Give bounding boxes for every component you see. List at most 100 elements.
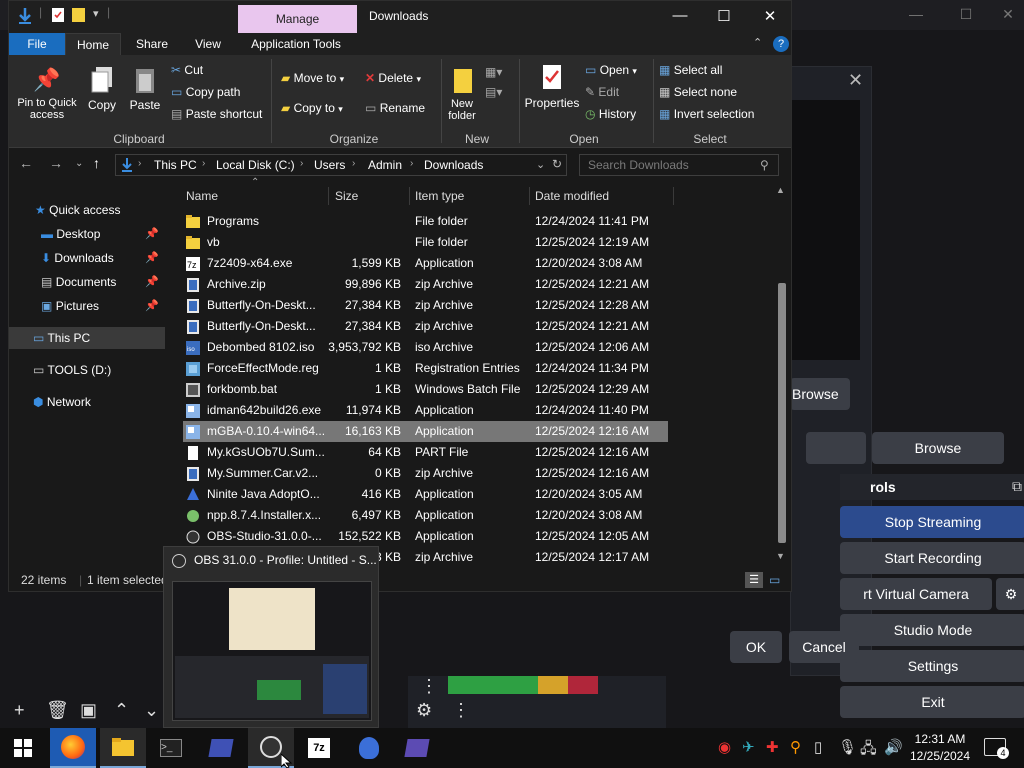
address-dropdown-icon[interactable]: ⌄ xyxy=(536,158,545,171)
obs-maximize-button[interactable]: ☐ xyxy=(956,6,976,24)
move-down-icon[interactable]: ⌄ xyxy=(144,700,159,721)
file-row[interactable]: 7z 7z2409-x64.exe 1,599 KB Application 12/20… xyxy=(183,253,668,274)
select-none-button[interactable]: ▦ Select none xyxy=(659,85,737,99)
paste-shortcut-button[interactable]: ▤ Paste shortcut xyxy=(171,107,262,121)
security-icon[interactable]: ✚ xyxy=(766,738,779,756)
file-row[interactable]: vb File folder 12/25/2024 12:19 AM xyxy=(183,232,668,253)
paste-button[interactable]: Paste xyxy=(127,65,163,112)
search-tray-icon[interactable]: ⚲ xyxy=(790,738,801,756)
nav-tools-drive[interactable]: ▭ TOOLS (D:) xyxy=(9,359,165,381)
nav-downloads[interactable]: ⬇ Downloads 📌 xyxy=(9,247,165,269)
virtualbox-2-taskbar-button[interactable] xyxy=(394,728,440,768)
column-header-date[interactable]: Date modified xyxy=(530,187,674,205)
tab-application-tools[interactable]: Application Tools xyxy=(243,33,349,55)
add-source-icon[interactable]: + xyxy=(14,700,25,721)
refresh-icon[interactable]: ↻ xyxy=(552,157,562,171)
delete-button[interactable]: ✕ Delete ▾ xyxy=(365,71,421,85)
move-up-icon[interactable]: ⌃ xyxy=(114,700,129,721)
breadcrumb-local-disk[interactable]: Local Disk (C:) xyxy=(216,158,295,172)
breadcrumb-admin[interactable]: Admin xyxy=(368,158,402,172)
close-button[interactable]: ✕ xyxy=(757,7,783,27)
up-arrow-icon[interactable]: ↑ xyxy=(93,155,100,171)
quick-access-down-arrow-icon[interactable] xyxy=(17,7,33,28)
scroll-thumb[interactable] xyxy=(778,283,786,543)
nav-desktop[interactable]: ▬ Desktop 📌 xyxy=(9,223,165,245)
manage-context-tab[interactable]: Manage xyxy=(238,5,357,33)
start-virtual-camera-button[interactable]: rt Virtual Camera xyxy=(840,578,992,610)
column-header-type[interactable]: Item type xyxy=(410,187,530,205)
file-row[interactable]: My.kGsUOb7U.Sum... 64 KB PART File 12/25/20… xyxy=(183,442,668,463)
breadcrumb-users[interactable]: Users xyxy=(314,158,345,172)
file-row[interactable]: ForceEffectMode.reg 1 KB Registration Entr… xyxy=(183,358,668,379)
nav-documents[interactable]: ▤ Documents 📌 xyxy=(9,271,165,293)
browse-button-2[interactable]: Browse xyxy=(872,432,1004,464)
move-to-button[interactable]: ▰ Move to ▾ xyxy=(281,71,344,85)
7zip-taskbar-button[interactable]: 7z xyxy=(296,728,342,768)
scroll-up-icon[interactable]: ▲ xyxy=(776,185,785,195)
filters-icon[interactable]: ▣ xyxy=(80,700,97,721)
properties-button[interactable]: Properties xyxy=(523,63,581,110)
copy-to-button[interactable]: ▰ Copy to ▾ xyxy=(281,101,343,115)
edit-button[interactable]: ✎ Edit xyxy=(585,85,619,99)
network-sync-icon[interactable]: ✈ xyxy=(742,738,755,756)
start-button[interactable] xyxy=(0,728,46,768)
nav-quick-access[interactable]: ★ Quick access xyxy=(9,199,165,221)
invert-selection-button[interactable]: ▦ Invert selection xyxy=(659,107,754,121)
copy-path-button[interactable]: ▭ Copy path xyxy=(171,85,240,99)
mixer-settings-icon[interactable]: ⚙ xyxy=(416,700,432,721)
mixer-menu-icon[interactable]: ⋮ xyxy=(420,676,438,697)
virtualbox-taskbar-button[interactable] xyxy=(198,728,244,768)
ninite-taskbar-button[interactable] xyxy=(346,728,392,768)
exit-button[interactable]: Exit xyxy=(840,686,1024,718)
file-row[interactable]: Archive.zip 99,896 KB zip Archive 12/25/202… xyxy=(183,274,668,295)
nav-pictures[interactable]: ▣ Pictures 📌 xyxy=(9,295,165,317)
cut-button[interactable]: ✂ Cut xyxy=(171,63,203,77)
usb-icon[interactable]: ▯ xyxy=(814,738,822,756)
tab-share[interactable]: Share xyxy=(127,33,177,55)
column-header-size[interactable]: Size xyxy=(330,187,410,205)
microphone-icon[interactable]: 🎙 xyxy=(838,738,857,756)
minimize-button[interactable]: — xyxy=(667,7,693,27)
virtual-camera-settings-icon[interactable]: ⚙ xyxy=(996,578,1024,610)
terminal-taskbar-button[interactable]: >_ xyxy=(148,728,194,768)
file-row[interactable]: idman642build26.exe 11,974 KB Application 1… xyxy=(183,400,668,421)
studio-mode-button[interactable]: Studio Mode xyxy=(840,614,1024,646)
collapse-ribbon-icon[interactable]: ⌃ xyxy=(753,36,762,49)
dock-float-icon[interactable]: ⧉ xyxy=(1012,478,1022,495)
file-row[interactable]: Programs File folder 12/24/2024 11:41 PM xyxy=(183,211,668,232)
properties-qa-icon[interactable] xyxy=(51,7,65,26)
tab-view[interactable]: View xyxy=(183,33,233,55)
help-icon[interactable]: ? xyxy=(773,36,789,52)
settings-button[interactable]: Settings xyxy=(840,650,1024,682)
volume-icon[interactable]: 🔊 xyxy=(884,738,903,756)
tab-file[interactable]: File xyxy=(9,33,65,55)
open-button[interactable]: ▭ Open ▾ xyxy=(585,63,637,77)
tab-home[interactable]: Home xyxy=(65,33,121,55)
copy-button[interactable]: Copy xyxy=(85,65,119,112)
back-arrow-icon[interactable]: ← xyxy=(19,155,33,171)
file-row[interactable]: npp.8.7.4.Installer.x... 6,497 KB Applicat… xyxy=(183,505,668,526)
easy-access-icon[interactable]: ▤▾ xyxy=(485,85,502,99)
column-header-name[interactable]: Name xyxy=(181,187,329,205)
clock[interactable]: 12:31 AM 12/25/2024 xyxy=(908,731,972,765)
maximize-button[interactable]: ☐ xyxy=(711,7,737,27)
nav-network[interactable]: ⬢ Network xyxy=(9,391,165,413)
breadcrumb-this-pc[interactable]: This PC xyxy=(154,158,197,172)
remove-source-icon[interactable]: 🗑 xyxy=(46,700,69,721)
search-input[interactable]: Search Downloads ⚲ xyxy=(579,154,779,176)
stop-streaming-button[interactable]: Stop Streaming xyxy=(840,506,1024,538)
obs-minimize-button[interactable]: — xyxy=(906,6,926,24)
firefox-taskbar-button[interactable] xyxy=(50,728,96,768)
browse-button-1[interactable]: Browse xyxy=(790,378,850,410)
file-row[interactable]: forkbomb.bat 1 KB Windows Batch File 12/25/… xyxy=(183,379,668,400)
new-item-icon[interactable]: ▦▾ xyxy=(485,65,502,79)
file-row[interactable]: mGBA-0.10.4-win64... 16,163 KB Application… xyxy=(183,421,668,442)
obs-close-button[interactable]: ✕ xyxy=(998,6,1018,24)
dialog-close-icon[interactable]: ✕ xyxy=(848,70,863,91)
file-row[interactable]: Butterfly-On-Deskt... 27,384 KB zip Archiv… xyxy=(183,295,668,316)
pin-to-quick-access-button[interactable]: 📌 Pin to Quick access xyxy=(15,67,79,121)
rename-button[interactable]: ▭ Rename xyxy=(365,101,425,115)
file-row[interactable]: Ninite Java AdoptO... 416 KB Application 12… xyxy=(183,484,668,505)
file-row[interactable]: My.Summer.Car.v2... 0 KB zip Archive 12/25/… xyxy=(183,463,668,484)
explorer-taskbar-button[interactable] xyxy=(100,728,146,768)
